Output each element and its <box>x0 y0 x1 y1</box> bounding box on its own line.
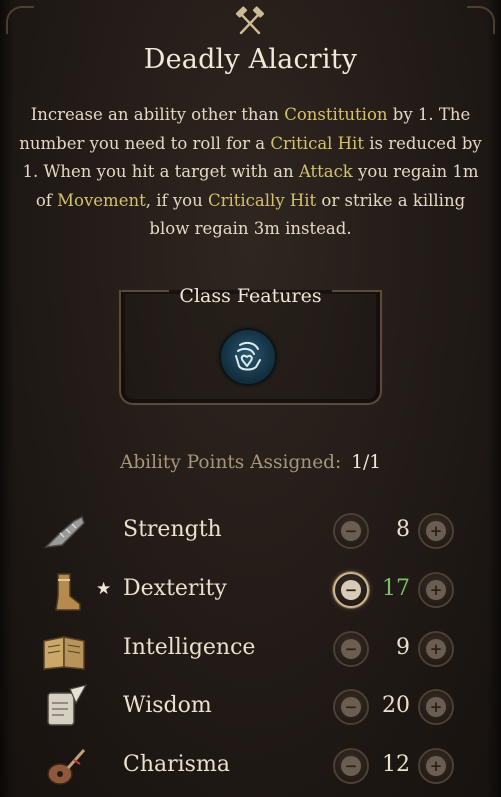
minus-icon: − <box>341 697 361 717</box>
decrease-intelligence-button[interactable]: − <box>333 631 369 667</box>
highlight-keyword[interactable]: Movement <box>57 191 146 210</box>
ability-score: 17 <box>382 576 410 601</box>
minus-icon: − <box>341 521 361 541</box>
feat-title: Deadly Alacrity <box>143 44 358 75</box>
increase-intelligence-button[interactable]: + <box>418 631 454 667</box>
plus-icon: + <box>426 580 446 600</box>
ability-score: 9 <box>396 635 410 660</box>
selected-star-icon: ★ <box>96 579 112 599</box>
class-features-label: Class Features <box>179 285 322 307</box>
highlight-keyword[interactable]: Attack <box>299 162 353 181</box>
lute-icon <box>47 749 86 785</box>
plus-icon: + <box>426 521 446 541</box>
ability-name: Wisdom <box>123 693 212 718</box>
ability-row-wisdom: Wisdom − 20 + <box>0 679 501 737</box>
highlight-keyword[interactable]: Constitution <box>284 105 387 124</box>
description-text: , if you <box>145 190 208 210</box>
scroll-quill-icon <box>47 684 88 726</box>
plus-icon: + <box>426 756 446 776</box>
plus-icon: + <box>426 697 446 717</box>
decrease-wisdom-button[interactable]: − <box>333 689 369 725</box>
increase-wisdom-button[interactable]: + <box>418 689 454 725</box>
hand-heart-glyph <box>235 341 261 371</box>
minus-icon: − <box>341 580 361 600</box>
highlight-keyword[interactable]: Critically Hit <box>208 191 316 210</box>
minus-icon: − <box>341 756 361 776</box>
boot-icon <box>55 573 81 611</box>
ability-row-dexterity: ★ Dexterity − 17 + <box>0 562 501 620</box>
description-text: Increase an ability other than <box>30 105 285 124</box>
feat-description: Increase an ability other than Constitut… <box>18 101 483 244</box>
increase-strength-button[interactable]: + <box>418 513 454 549</box>
ability-name: Intelligence <box>123 635 256 660</box>
highlight-keyword[interactable]: Critical Hit <box>270 134 364 153</box>
hand-heart-icon[interactable] <box>221 330 275 384</box>
ability-name: Dexterity <box>123 576 227 601</box>
plus-icon: + <box>426 639 446 659</box>
frame-corner-top-left <box>6 6 34 34</box>
ability-score: 12 <box>382 752 410 777</box>
open-book-icon <box>43 636 85 670</box>
crossed-hammers-icon <box>235 6 265 35</box>
ability-row-intelligence: Intelligence − 9 + <box>0 621 501 679</box>
increase-charisma-button[interactable]: + <box>418 748 454 784</box>
increase-dexterity-button[interactable]: + <box>418 572 454 608</box>
ability-row-charisma: Charisma − 12 + <box>0 738 501 796</box>
ability-points-value: 1/1 <box>351 452 382 473</box>
decrease-charisma-button[interactable]: − <box>333 748 369 784</box>
ability-points-assigned: Ability Points Assigned: 1/1 <box>0 452 501 473</box>
decrease-strength-button[interactable]: − <box>333 513 369 549</box>
gauntlet-icon <box>43 515 85 549</box>
ability-points-label: Ability Points Assigned: <box>119 452 342 473</box>
minus-icon: − <box>341 639 361 659</box>
ability-name: Strength <box>123 517 222 542</box>
decrease-dexterity-button[interactable]: − <box>333 572 369 608</box>
ability-score: 20 <box>382 693 410 718</box>
ability-row-strength: Strength − 8 + <box>0 503 501 561</box>
ability-score: 8 <box>396 517 410 542</box>
ability-name: Charisma <box>123 752 230 777</box>
